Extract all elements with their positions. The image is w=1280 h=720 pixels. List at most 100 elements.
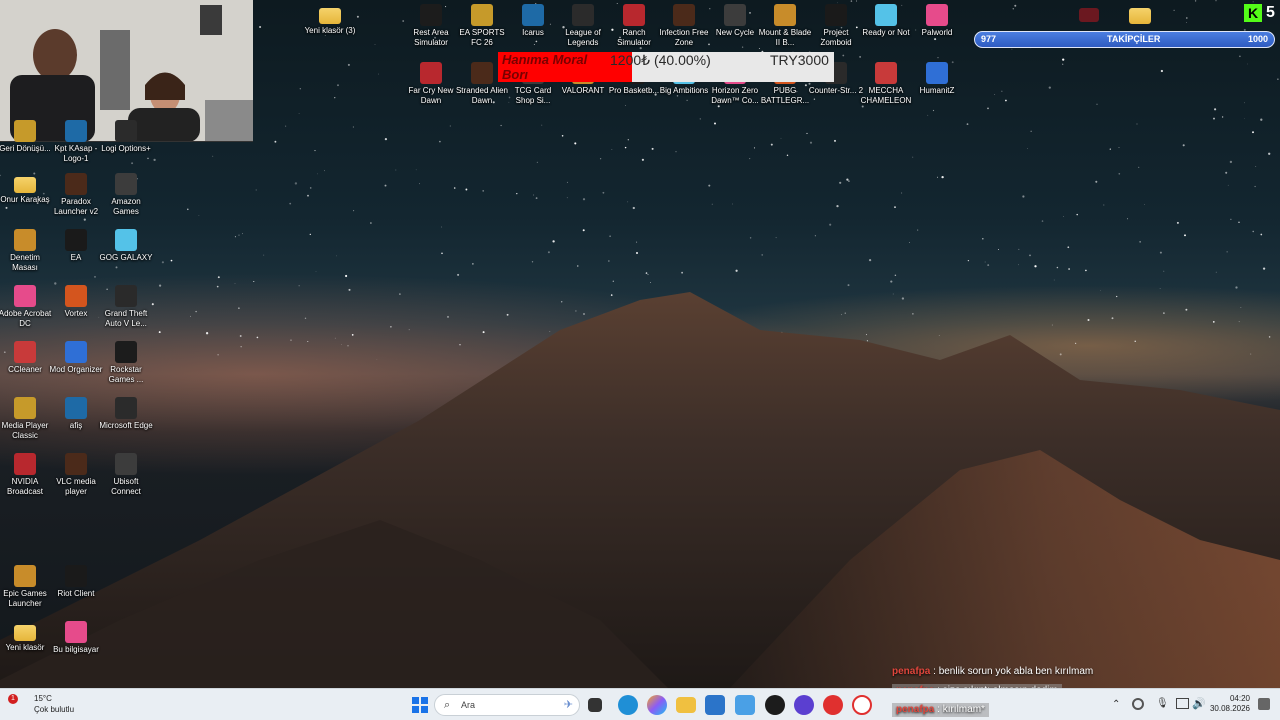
start-button[interactable] xyxy=(410,695,430,715)
donation-goal-title: Hanıma Moral Borı xyxy=(502,52,588,82)
desktop-icon-left-3[interactable]: Onur Karakaş xyxy=(0,173,53,205)
icon-label: Palworld xyxy=(921,28,953,37)
desktop-icon-left-2[interactable]: Logi Options+ xyxy=(98,120,154,154)
taskbar-search[interactable]: ⌕ Ara ✈ xyxy=(434,694,580,716)
desktop-icon-left-20[interactable]: Ubisoft Connect xyxy=(98,453,154,497)
icon-label: EA SPORTS FC 26 xyxy=(459,28,505,47)
plane-icon: ✈ xyxy=(563,699,573,711)
app-icon xyxy=(65,397,87,419)
task-view-button[interactable] xyxy=(588,698,602,712)
icon-label: TCG Card Shop Si... xyxy=(514,86,552,105)
desktop-icon-top-3[interactable]: Icarus xyxy=(505,4,561,38)
edge-taskbar-icon[interactable] xyxy=(618,695,638,715)
desktop-icon-left-6[interactable]: Denetim Masası xyxy=(0,229,53,273)
clock-time: 04:20 xyxy=(1229,694,1250,703)
opera-taskbar-icon[interactable] xyxy=(852,695,872,715)
desktop-icon-top-6[interactable]: Infection Free Zone xyxy=(656,4,712,48)
notification-icon[interactable] xyxy=(1258,698,1270,710)
desktop-icon-left-1[interactable]: Kpt KAsap - Logo-1 xyxy=(48,120,104,164)
desktop-icon-second-10[interactable]: HumanitZ xyxy=(909,62,965,96)
desktop-icon-top-9[interactable]: Project Zomboid xyxy=(808,4,864,48)
desktop-icon-second-0[interactable]: Far Cry New Dawn xyxy=(403,62,459,106)
icon-label: Big Ambitions xyxy=(659,86,709,95)
volume-icon[interactable]: 🔊 xyxy=(1192,697,1206,710)
desktop-icon-top-11[interactable]: Palworld xyxy=(909,4,965,38)
icon-label: Rockstar Games ... xyxy=(108,365,144,384)
app-icon xyxy=(14,285,36,307)
weather-desc: Çok bulutlu xyxy=(34,705,75,714)
app-icon xyxy=(420,4,442,26)
desktop-icon-left-13[interactable]: Mod Organizer xyxy=(48,341,104,375)
icon-label: Ranch Simulator xyxy=(617,28,651,47)
desktop-icon-left-24[interactable]: Bu bilgisayar xyxy=(48,621,104,655)
folder-shortcut[interactable] xyxy=(1128,4,1152,26)
icon-label: Onur Karakaş xyxy=(0,195,50,204)
icon-label: Logi Options+ xyxy=(101,144,151,153)
copilot-taskbar-icon[interactable] xyxy=(647,695,667,715)
desktop-icon-left-14[interactable]: Rockstar Games ... xyxy=(98,341,154,385)
icon-label: Project Zomboid xyxy=(820,28,852,47)
obs-taskbar-icon[interactable] xyxy=(765,695,785,715)
icon-label: New Cycle xyxy=(715,28,755,37)
icon-label: Yeni klasör (3) xyxy=(304,26,356,35)
weather-widget[interactable]: 1 15°C Çok bulutlu xyxy=(8,694,74,714)
desktop-icon-left-5[interactable]: Amazon Games xyxy=(98,173,154,217)
store-taskbar-icon[interactable] xyxy=(705,695,725,715)
desktop-icon-left-0[interactable]: Geri Dönüşü... xyxy=(0,120,53,154)
desktop-icon-left-21[interactable]: Epic Games Launcher xyxy=(0,565,53,609)
desktop-icon-left-16[interactable]: afiş xyxy=(48,397,104,431)
desktop-icon-left-12[interactable]: CCleaner xyxy=(0,341,53,375)
desktop-icon-left-9[interactable]: Adobe Acrobat DC xyxy=(0,285,53,329)
microphone-icon[interactable]: 🎙 xyxy=(1156,698,1169,709)
desktop-icon-top-5[interactable]: Ranch Simulator xyxy=(606,4,662,48)
desktop-icon-second-9[interactable]: MECCHA CHAMELEON xyxy=(858,62,914,106)
desktop-icon-top-0[interactable]: Yeni klasör (3) xyxy=(302,4,358,36)
app-icon xyxy=(14,397,36,419)
icon-label: Ready or Not xyxy=(862,28,910,37)
desktop-icon-left-23[interactable]: Yeni klasör xyxy=(0,621,53,653)
desktop-icon-left-7[interactable]: EA xyxy=(48,229,104,263)
icon-label: HumanitZ xyxy=(919,86,955,95)
desktop-icon-left-22[interactable]: Riot Client xyxy=(48,565,104,599)
tray-app-icon[interactable] xyxy=(1132,698,1144,710)
desktop-icon-top-8[interactable]: Mount & Blade II B... xyxy=(757,4,813,48)
desktop-icon-top-10[interactable]: Ready or Not xyxy=(858,4,914,38)
icon-label: Rest Area Simulator xyxy=(413,28,449,47)
donation-goal-bar: Hanıma Moral Borı 1200₺ (40.00%) TRY3000 xyxy=(498,52,834,82)
riot-taskbar-icon[interactable] xyxy=(823,695,843,715)
desktop-icon-left-17[interactable]: Microsoft Edge xyxy=(98,397,154,431)
desktop-icon-top-4[interactable]: League of Legends xyxy=(555,4,611,48)
followers-goal-bar: 977 TAKİPÇİLER 1000 xyxy=(974,31,1275,48)
chat-message: penafpa : kırılmam* xyxy=(892,703,989,717)
file-explorer-taskbar-icon[interactable] xyxy=(676,697,696,713)
app-icon xyxy=(14,565,36,587)
app-icon xyxy=(65,453,87,475)
kick-logo-icon: K xyxy=(1244,4,1262,22)
desktop-icon-top-2[interactable]: EA SPORTS FC 26 xyxy=(454,4,510,48)
desktop-icon-left-19[interactable]: VLC media player xyxy=(48,453,104,497)
icon-label: NVIDIA Broadcast xyxy=(6,477,44,496)
desktop-icon-left-4[interactable]: Paradox Launcher v2 xyxy=(48,173,104,217)
desktop-icon-top-7[interactable]: New Cycle xyxy=(707,4,763,38)
twitch-app-taskbar-icon[interactable] xyxy=(794,695,814,715)
desktop-icon-left-10[interactable]: Vortex xyxy=(48,285,104,319)
chat-message: penafpa : benlik sorun yok abla ben kırı… xyxy=(892,666,1094,677)
kick-badge: K 5 xyxy=(1244,2,1278,24)
desktop-icon-left-11[interactable]: Grand Theft Auto V Le... xyxy=(98,285,154,329)
app-icon xyxy=(65,621,87,643)
donation-goal-target: TRY3000 xyxy=(770,52,829,68)
app-taskbar-icon[interactable] xyxy=(735,695,755,715)
app-icon xyxy=(115,229,137,251)
network-icon[interactable] xyxy=(1176,698,1189,709)
app-icon xyxy=(14,229,36,251)
clock[interactable]: 04:20 30.08.2026 xyxy=(1206,694,1250,714)
app-icon xyxy=(926,4,948,26)
icon-label: afiş xyxy=(69,421,83,430)
desktop-icon-left-18[interactable]: NVIDIA Broadcast xyxy=(0,453,53,497)
tray-chevron-icon[interactable]: ⌃ xyxy=(1112,699,1120,710)
app-icon xyxy=(115,285,137,307)
desktop-icon-top-1[interactable]: Rest Area Simulator xyxy=(403,4,459,48)
tray-app-shortcut[interactable] xyxy=(1078,8,1100,24)
desktop-icon-left-8[interactable]: GOG GALAXY xyxy=(98,229,154,263)
desktop-icon-left-15[interactable]: Media Player Classic xyxy=(0,397,53,441)
